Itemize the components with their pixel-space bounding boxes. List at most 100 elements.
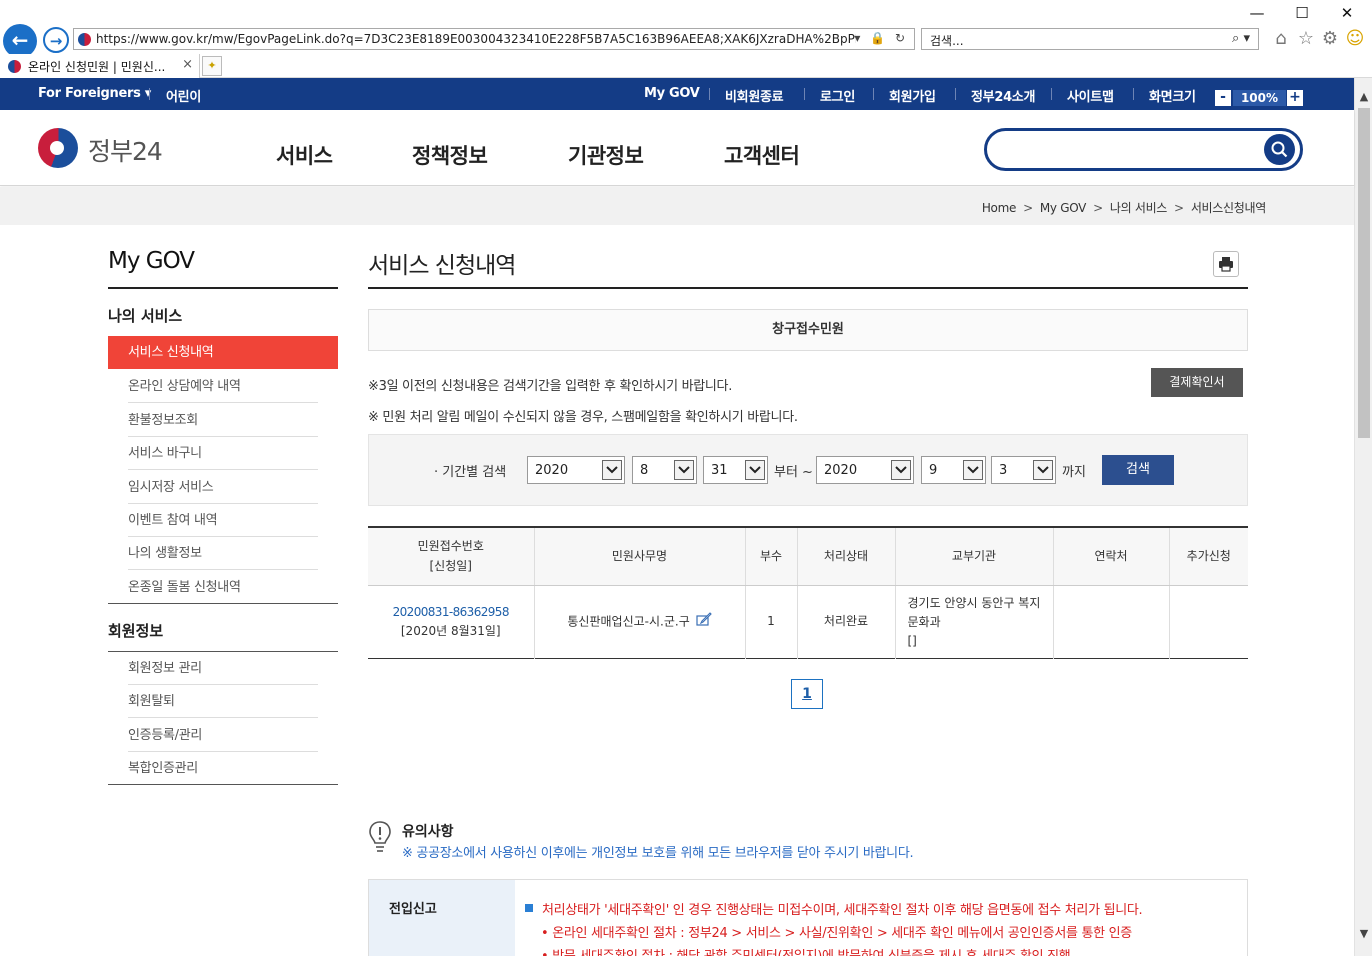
edit-memo-icon[interactable]: [695, 611, 712, 632]
cell-service: 통신판매업신고-시.군.구: [533, 585, 745, 658]
sidebar-section-my-services: 나의 서비스: [108, 307, 183, 325]
breadcrumb: Home > My GOV > 나의 서비스 > 서비스신청내역: [982, 199, 1266, 216]
login-link[interactable]: 로그인: [820, 86, 855, 105]
from-year-select[interactable]: 2020: [527, 456, 625, 484]
favorites-star-icon[interactable]: ☆: [1294, 28, 1318, 49]
to-year-value: 2020: [824, 463, 858, 478]
divider: [804, 88, 805, 100]
guest-logout-link[interactable]: 비회원종료: [725, 86, 784, 105]
zoom-level: 100%: [1233, 90, 1286, 106]
agency-line3: []: [907, 633, 917, 648]
close-window-button[interactable]: ✕: [1324, 2, 1370, 24]
breadcrumb-mygov[interactable]: My GOV: [1040, 201, 1087, 215]
about-gov24-link[interactable]: 정부24소개: [971, 86, 1035, 105]
sitemap-link[interactable]: 사이트맵: [1067, 86, 1114, 105]
tab-close-icon[interactable]: ×: [182, 57, 193, 72]
mygov-link[interactable]: My GOV: [644, 86, 700, 101]
sidebar-item-withdraw[interactable]: 회원탈퇴: [128, 685, 318, 718]
address-controls[interactable]: ▾ 🔒 ↻: [854, 31, 908, 45]
breadcrumb-sep: >: [1093, 201, 1103, 215]
sidebar-item-service-basket[interactable]: 서비스 바구니: [128, 437, 318, 470]
payment-confirmation-button[interactable]: 결제확인서: [1151, 368, 1243, 397]
to-day-select[interactable]: 3: [991, 456, 1056, 484]
apply-date: [2020년 8월31일]: [400, 623, 501, 638]
gnb-agency-info[interactable]: 기관정보: [568, 140, 644, 170]
from-year-value: 2020: [535, 463, 569, 478]
screen-size-label: 화면크기: [1149, 90, 1196, 105]
browser-search-placeholder[interactable]: 검색...: [930, 32, 964, 49]
gnb-customer-center[interactable]: 고객센터: [724, 140, 800, 170]
sidebar-item-refund-info[interactable]: 환불정보조회: [128, 404, 318, 437]
chevron-down-icon: [602, 460, 622, 480]
sidebar-item-cert-register[interactable]: 인증등록/관리: [128, 719, 318, 752]
sidebar-item-life-info[interactable]: 나의 생활정보: [128, 537, 318, 570]
print-button[interactable]: [1213, 251, 1239, 277]
minimize-button[interactable]: —: [1234, 2, 1280, 24]
chevron-down-icon: [1033, 460, 1053, 480]
zoom-out-button[interactable]: -: [1215, 90, 1231, 106]
zoom-in-button[interactable]: +: [1287, 90, 1303, 106]
to-year-select[interactable]: 2020: [816, 456, 914, 484]
sidebar-item-temp-saved[interactable]: 임시저장 서비스: [128, 471, 318, 504]
settings-gear-icon[interactable]: ⚙: [1318, 28, 1342, 49]
forward-button[interactable]: →: [43, 27, 69, 53]
site-search-button[interactable]: [1264, 134, 1295, 165]
gnb-services[interactable]: 서비스: [276, 140, 333, 170]
to-month-select[interactable]: 9: [921, 456, 986, 484]
divider: [1051, 88, 1052, 100]
to-suffix: 까지: [1062, 465, 1086, 480]
vertical-scrollbar[interactable]: ▲ ▼: [1354, 78, 1372, 956]
sidebar-item-consult-reservation[interactable]: 온라인 상담예약 내역: [128, 370, 318, 403]
title-rule: [368, 287, 1248, 289]
back-button[interactable]: ←: [3, 24, 37, 58]
chevron-down-icon: [963, 460, 983, 480]
for-foreigners-link[interactable]: For Foreigners ▾: [38, 86, 151, 101]
home-icon[interactable]: ⌂: [1269, 28, 1293, 49]
period-search-button[interactable]: 검색: [1102, 455, 1174, 485]
new-tab-icon[interactable]: ✦: [202, 56, 222, 76]
move-in-line2: • 온라인 세대주확인 절차 : 정부24 > 서비스 > 사실/진위확인 > …: [541, 926, 1132, 941]
search-icon[interactable]: ⌕ ▾: [1232, 31, 1250, 46]
col-apply-date-label: [신청일]: [429, 559, 472, 574]
scroll-thumb[interactable]: [1358, 108, 1370, 438]
move-in-line1: 처리상태가 '세대주확인' 인 경우 진행상태는 미접수이며, 세대주확인 절차…: [542, 903, 1143, 918]
sidebar-title: My GOV: [108, 248, 195, 274]
pagination-page-1[interactable]: 1: [791, 679, 823, 709]
signup-link[interactable]: 회원가입: [889, 86, 936, 105]
browser-search-box[interactable]: 검색... ⌕ ▾: [921, 28, 1259, 50]
breadcrumb-my-services[interactable]: 나의 서비스: [1110, 201, 1168, 215]
smiley-feedback-icon[interactable]: ☺: [1343, 28, 1367, 49]
sidebar-item-member-manage[interactable]: 회원정보 관리: [128, 652, 318, 685]
sidebar-item-service-history[interactable]: 서비스 신청내역: [108, 336, 338, 369]
from-day-select[interactable]: 31: [703, 456, 768, 484]
receipt-number-link[interactable]: 20200831-86362958: [393, 605, 510, 619]
sidebar-item-care-request[interactable]: 온종일 돌봄 신청내역: [128, 571, 318, 604]
caution-text: ※ 공공장소에서 사용하신 이후에는 개인정보 보호를 위해 모든 브라우저를 …: [402, 846, 914, 861]
from-month-select[interactable]: 8: [632, 456, 697, 484]
sidebar-item-event-history[interactable]: 이벤트 참여 내역: [128, 504, 318, 537]
breadcrumb-sep: >: [1023, 201, 1033, 215]
move-in-line3: • 방문 세대주확인 절차 : 해당 관할 주민센터(전입지)에 방문하여 신분…: [541, 945, 1071, 956]
cell-agency: 경기도 안양시 동안구 복지 문화과 []: [894, 585, 1053, 658]
site-search-input[interactable]: [984, 128, 1303, 171]
service-name[interactable]: 통신판매업신고-시.군.구: [567, 614, 689, 628]
page-title: 서비스 신청내역: [368, 253, 516, 279]
gnb-policy-info[interactable]: 정책정보: [412, 140, 488, 170]
kids-link[interactable]: 어린이: [166, 86, 201, 105]
tab-window-receipt[interactable]: 창구접수민원: [368, 309, 1248, 351]
scroll-up-icon[interactable]: ▲: [1357, 90, 1371, 103]
maximize-button[interactable]: ☐: [1279, 2, 1325, 24]
col-issuing-agency: 교부기관: [894, 527, 1053, 586]
site-logo-text[interactable]: 정부24: [88, 132, 163, 168]
tab-title: 온라인 신청민원 | 민원신...: [28, 60, 166, 74]
address-bar[interactable]: https://www.gov.kr/mw/EgovPageLink.do?q=…: [73, 28, 915, 50]
gov24-logo-icon[interactable]: [38, 128, 78, 168]
breadcrumb-home[interactable]: Home: [982, 201, 1017, 215]
scroll-down-icon[interactable]: ▼: [1357, 927, 1371, 940]
lightbulb-caution-icon: [368, 820, 392, 858]
address-url[interactable]: https://www.gov.kr/mw/EgovPageLink.do?q=…: [96, 32, 856, 46]
sidebar-item-multi-cert[interactable]: 복합인증관리: [128, 752, 318, 785]
tab-window-receipt-label: 창구접수민원: [772, 322, 844, 337]
tab-favicon-icon: [8, 60, 21, 73]
browser-tab[interactable]: 온라인 신청민원 | 민원신... ×: [0, 54, 200, 78]
